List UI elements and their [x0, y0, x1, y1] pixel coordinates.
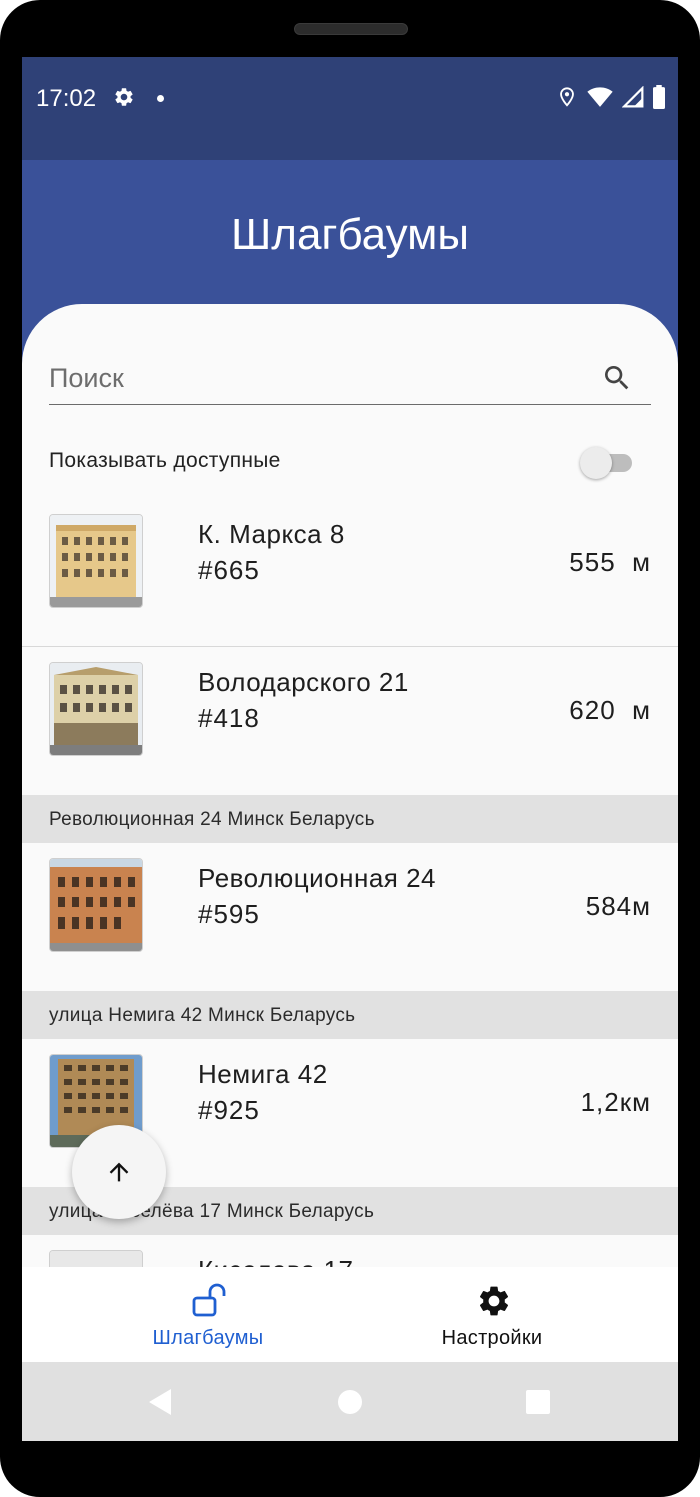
bottom-navigation: Шлагбаумы Настройки: [22, 1267, 678, 1362]
lock-open-icon: [192, 1283, 226, 1317]
list-item[interactable]: К. Маркса 8 #665 555 м: [22, 499, 678, 647]
available-filter-toggle[interactable]: [580, 446, 634, 479]
section-header: улица Немига 42 Минск Беларусь: [22, 991, 678, 1039]
item-id: #925: [198, 1095, 260, 1125]
speaker-grille: [294, 23, 408, 35]
item-id: #418: [198, 703, 260, 733]
search-icon[interactable]: [601, 362, 633, 394]
app-bar: Шлагбаумы: [22, 160, 678, 310]
item-title: К. Маркса 8: [198, 519, 345, 549]
section-header: Революционная 24 Минск Беларусь: [22, 795, 678, 843]
page-title: Шлагбаумы: [230, 210, 470, 259]
gear-icon: [479, 1286, 509, 1316]
search-input[interactable]: [49, 354, 589, 402]
available-filter-label: Показывать доступные: [49, 449, 281, 472]
recents-icon[interactable]: [526, 1390, 550, 1414]
cellular-signal-icon: [622, 86, 644, 108]
status-bar: 17:02: [22, 57, 678, 160]
system-navigation-bar: [22, 1362, 678, 1441]
tab-settings-label: Настройки: [441, 1327, 543, 1349]
scroll-to-top-button[interactable]: [72, 1125, 166, 1219]
toggle-thumb: [580, 447, 612, 479]
tab-settings[interactable]: Настройки: [328, 1267, 656, 1362]
building-photo: [49, 858, 143, 952]
item-title: Революционная 24: [198, 863, 437, 893]
item-distance: 1,2км: [580, 1087, 651, 1117]
building-photo: [49, 514, 143, 608]
item-title: Немига 42: [198, 1059, 328, 1089]
tab-barriers[interactable]: Шлагбаумы: [44, 1267, 372, 1362]
settings-notification-icon: [115, 88, 133, 106]
phone-frame: 17:02 Шлагбаумы Показывать доступные: [0, 0, 700, 1497]
search-bar: [49, 354, 651, 405]
arrow-up-icon: [109, 1162, 129, 1182]
status-icons: [556, 85, 666, 109]
list-item[interactable]: Революционная 24 #595 584м: [22, 843, 678, 991]
back-icon[interactable]: [147, 1387, 173, 1417]
section-address: улица Немига 42 Минск Беларусь: [49, 1005, 356, 1026]
tab-barriers-label: Шлагбаумы: [152, 1327, 264, 1349]
item-title: Володарского 21: [198, 667, 409, 697]
screen: 17:02 Шлагбаумы Показывать доступные: [22, 57, 678, 1441]
wifi-icon: [587, 87, 613, 107]
available-filter-row: Показывать доступные: [49, 441, 651, 481]
status-time: 17:02: [36, 85, 97, 112]
battery-icon: [653, 85, 665, 109]
item-id: #595: [198, 899, 260, 929]
notification-dot-icon: [157, 95, 164, 102]
item-id: #665: [198, 555, 260, 585]
location-icon: [560, 87, 574, 107]
building-photo: [49, 662, 143, 756]
section-address: Революционная 24 Минск Беларусь: [49, 809, 375, 830]
barrier-list: К. Маркса 8 #665 555 м Володарского 21 #…: [22, 499, 678, 1383]
home-icon[interactable]: [338, 1390, 362, 1414]
item-distance: 555 м: [569, 547, 651, 577]
item-distance: 620 м: [569, 695, 651, 725]
list-item[interactable]: Володарского 21 #418 620 м: [22, 647, 678, 795]
item-distance: 584м: [585, 891, 651, 921]
